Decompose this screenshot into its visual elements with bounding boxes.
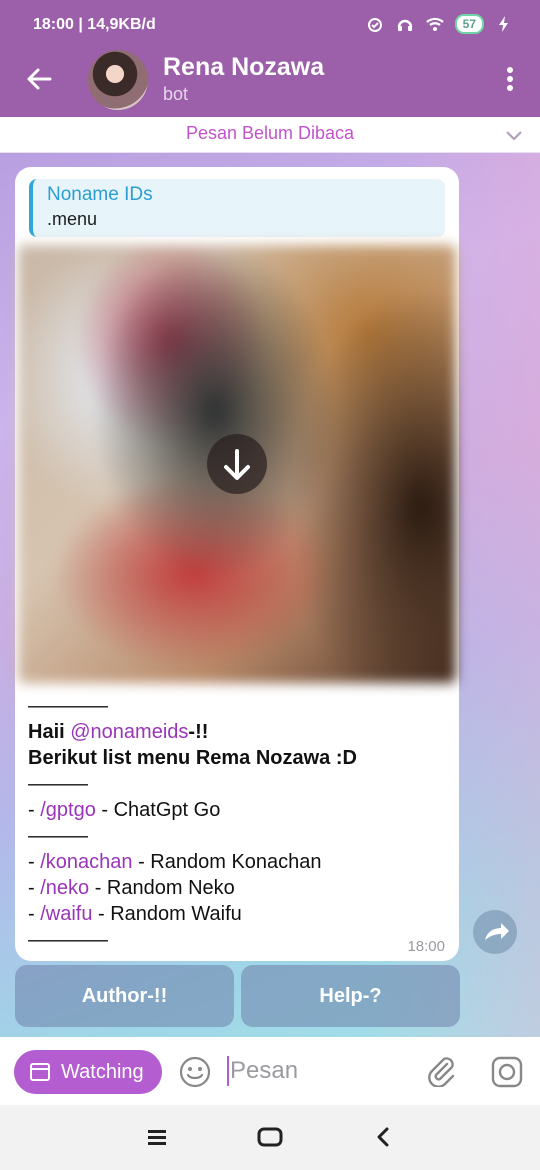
text-cursor [227, 1056, 229, 1086]
unread-label: Pesan Belum Dibaca [185, 123, 355, 143]
chat-title[interactable]: Rena Nozawa [163, 53, 324, 82]
message-text: ———— Haii @nonameids-!! Berikut list men… [28, 693, 448, 953]
headset-icon [397, 19, 412, 31]
watching-label: Watching [61, 1061, 144, 1083]
reply-quote[interactable]: Noname IDs .menu [29, 179, 445, 237]
download-button[interactable] [207, 434, 267, 494]
list-dash: - [28, 851, 41, 873]
share-arrow-icon [485, 923, 509, 940]
reply-author: Noname IDs [47, 184, 153, 205]
message-bubble[interactable]: Noname IDs .menu ———— Haii @nonameids-!!… [15, 167, 459, 961]
greeting-prefix: Haii [28, 721, 71, 743]
status-bar: 18:00 | 14,9KB/d 57 [0, 0, 540, 50]
command-description: - Random Konachan [132, 851, 322, 873]
battery-badge: 57 [454, 14, 484, 34]
command-konachan[interactable]: /konachan [40, 851, 132, 873]
command-description: - ChatGpt Go [95, 799, 221, 821]
list-dash: - [28, 877, 41, 899]
download-arrow-icon [224, 449, 250, 480]
separator-line: ——— [28, 773, 88, 795]
input-bar: Watching [0, 1037, 540, 1105]
command-description: - Random Waifu [92, 903, 242, 925]
greeting-suffix: -!! [188, 721, 209, 743]
more-menu-icon[interactable] [506, 66, 514, 92]
command-waifu[interactable]: /waifu [40, 903, 92, 925]
list-dash: - [28, 799, 41, 821]
message-time: 18:00 [407, 938, 445, 955]
author-button[interactable]: Author-!! [15, 965, 234, 1027]
top-bar: 18:00 | 14,9KB/d 57 Rena Nozawa bot [0, 0, 540, 117]
avatar[interactable] [88, 50, 148, 110]
wifi-icon [425, 17, 444, 31]
chat-subtitle: bot [163, 84, 189, 104]
back-nav-icon[interactable] [370, 1125, 396, 1149]
mention-link[interactable]: @nonameids [70, 721, 188, 743]
alarm-icon [367, 18, 382, 32]
command-gptgo[interactable]: /gptgo [40, 799, 96, 821]
recent-apps-icon[interactable] [144, 1125, 170, 1149]
command-neko[interactable]: /neko [40, 877, 89, 899]
separator-line: ———— [28, 929, 108, 951]
watching-button[interactable]: Watching [14, 1050, 162, 1094]
back-arrow-icon[interactable] [24, 64, 54, 94]
separator-line: ———— [28, 695, 108, 717]
paperclip-icon[interactable] [425, 1055, 457, 1087]
system-nav-bar [0, 1105, 540, 1170]
emoji-icon[interactable] [179, 1056, 211, 1088]
reply-text: .menu [47, 209, 98, 229]
separator-line: ——— [28, 825, 88, 847]
help-button[interactable]: Help-? [241, 965, 460, 1027]
share-button[interactable] [473, 910, 517, 954]
list-dash: - [28, 903, 41, 925]
intro-line: Berikut list menu Rema Nozawa :D [28, 747, 357, 769]
status-time-speed: 18:00 | 14,9KB/d [33, 16, 156, 33]
window-icon [30, 1063, 50, 1081]
chevron-down-icon[interactable] [504, 125, 524, 145]
charging-icon [499, 16, 508, 32]
home-icon[interactable] [257, 1125, 283, 1149]
camera-icon[interactable] [490, 1055, 524, 1089]
message-input[interactable] [230, 1054, 410, 1088]
status-icons: 57 [365, 14, 514, 34]
chat-area[interactable]: Noname IDs .menu ———— Haii @nonameids-!!… [0, 153, 540, 1037]
command-description: - Random Neko [89, 877, 235, 899]
unread-messages-bar[interactable]: Pesan Belum Dibaca [0, 117, 540, 153]
